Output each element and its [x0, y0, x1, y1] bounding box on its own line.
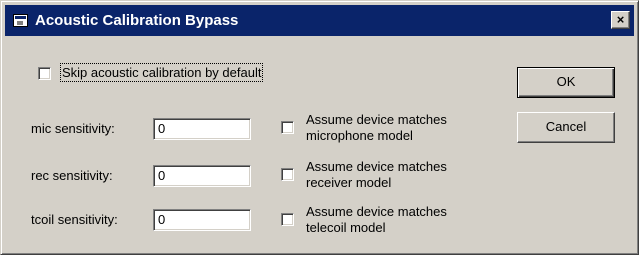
mic-sensitivity-input[interactable]: 0	[153, 118, 251, 140]
mic-sensitivity-label: mic sensitivity:	[31, 121, 115, 136]
window-title: Acoustic Calibration Bypass	[35, 12, 239, 29]
rec-sensitivity-input[interactable]: 0	[153, 165, 251, 187]
dialog-window: Acoustic Calibration Bypass × Skip acous…	[0, 0, 639, 255]
assume-telecoil-checkbox[interactable]	[281, 213, 294, 226]
tcoil-sensitivity-input[interactable]: 0	[153, 209, 251, 231]
skip-calibration-checkbox[interactable]	[38, 67, 51, 80]
ok-button[interactable]: OK	[517, 67, 615, 98]
close-button[interactable]: ×	[611, 11, 630, 29]
app-icon	[13, 14, 28, 27]
tcoil-sensitivity-label: tcoil sensitivity:	[31, 212, 118, 227]
close-icon: ×	[616, 12, 625, 27]
rec-sensitivity-label: rec sensitivity:	[31, 168, 113, 183]
assume-telecoil-label-line1: Assume device matches	[306, 204, 447, 219]
assume-microphone-checkbox[interactable]	[281, 121, 294, 134]
skip-calibration-label[interactable]: Skip acoustic calibration by default	[59, 63, 264, 82]
assume-microphone-label-line1: Assume device matches	[306, 112, 447, 127]
assume-receiver-checkbox[interactable]	[281, 168, 294, 181]
title-bar[interactable]: Acoustic Calibration Bypass ×	[5, 5, 634, 36]
assume-telecoil-label-line2: telecoil model	[306, 220, 386, 235]
assume-microphone-label[interactable]: Assume device matches microphone model	[306, 112, 447, 144]
assume-receiver-label-line2: receiver model	[306, 175, 392, 190]
assume-receiver-label-line1: Assume device matches	[306, 159, 447, 174]
cancel-button[interactable]: Cancel	[517, 112, 615, 143]
assume-microphone-label-line2: microphone model	[306, 128, 413, 143]
assume-telecoil-label[interactable]: Assume device matches telecoil model	[306, 204, 447, 236]
assume-receiver-label[interactable]: Assume device matches receiver model	[306, 159, 447, 191]
